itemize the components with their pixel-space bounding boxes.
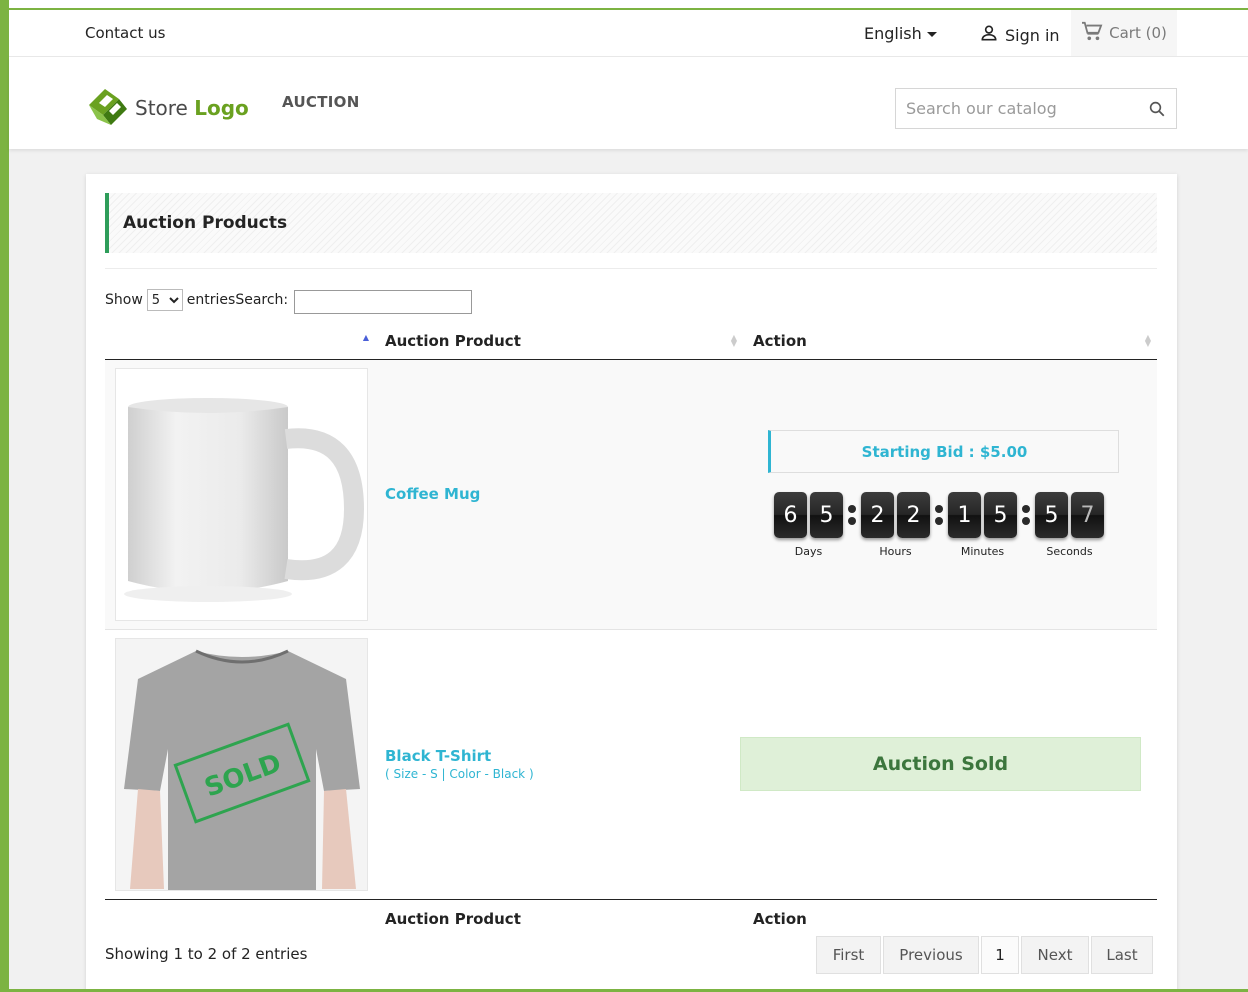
cart-icon [1081, 21, 1103, 45]
page-top-strip [0, 0, 1248, 8]
table-header-row: ▲ Auction Product ▲ ▼ Action ▲ ▼ [105, 324, 1157, 359]
pagination-first[interactable]: First [816, 936, 881, 974]
countdown-hours: 2 2 Hours [861, 492, 930, 558]
action-cell: Auction Sold [740, 629, 1157, 899]
frame-left-border [0, 0, 9, 992]
sort-icon: ▲ ▼ [1144, 333, 1151, 348]
days-label: Days [794, 545, 823, 558]
sort-icon: ▲ ▼ [730, 333, 737, 348]
auction-products-card: Auction Products Show 5 entries Search: ▲… [86, 174, 1177, 992]
sign-in-link[interactable]: Sign in [979, 23, 1060, 47]
contact-us-link[interactable]: Contact us [85, 24, 165, 42]
pagination: First Previous 1 Next Last [816, 936, 1153, 974]
starting-bid-box: Starting Bid : $5.00 [768, 430, 1119, 473]
table-info: Showing 1 to 2 of 2 entries [105, 945, 308, 963]
countdown-seconds: 5 7 Seconds [1035, 492, 1104, 558]
product-name-cell: Black T-Shirt ( Size - S | Color - Black… [375, 629, 743, 899]
top-bar: Contact us English Sign in Cart (0) [9, 10, 1248, 57]
colon-separator [930, 505, 948, 525]
nav-auction-link[interactable]: AUCTION [282, 93, 360, 111]
language-label: English [864, 24, 922, 43]
product-image-cell: SOLD [105, 629, 375, 899]
seconds-label: Seconds [1046, 545, 1093, 558]
main-nav-bar: Store Logo AUCTION [9, 57, 1248, 149]
minutes-label: Minutes [960, 545, 1005, 558]
column-header-image[interactable]: ▲ [105, 324, 375, 359]
countdown-digit: 5 [1035, 492, 1068, 538]
show-label: Show [105, 292, 143, 308]
countdown-days: 6 5 Days [774, 492, 843, 558]
product-name-cell: Coffee Mug [375, 359, 743, 629]
entries-label: entries [186, 292, 236, 308]
product-attributes: ( Size - S | Color - Black ) [385, 767, 534, 781]
entries-select[interactable]: 5 [146, 289, 183, 311]
pagination-page-1[interactable]: 1 [981, 936, 1019, 974]
catalog-search-input[interactable] [896, 89, 1126, 128]
countdown-timer: 6 5 Days 2 2 Hours 1 5 Minutes 5 7 Secon… [774, 492, 1157, 558]
search-icon[interactable] [1148, 100, 1166, 122]
colon-separator [1017, 505, 1035, 525]
language-selector[interactable]: English [864, 24, 937, 43]
table-controls: Show 5 entries Search: [105, 286, 473, 314]
product-link-coffee-mug[interactable]: Coffee Mug [375, 485, 743, 503]
countdown-digit: 2 [861, 492, 894, 538]
cart-button[interactable]: Cart (0) [1071, 10, 1177, 56]
logo-suffix: Logo [194, 96, 249, 120]
table-search-input[interactable] [294, 290, 473, 314]
countdown-minutes: 1 5 Minutes [948, 492, 1017, 558]
product-image-cell [105, 359, 375, 629]
footer-column-action: Action [753, 910, 807, 929]
countdown-digit: 1 [948, 492, 981, 538]
table-row: SOLD Black T-Shirt ( Size - S | Color - … [105, 629, 1157, 899]
logo-text: Store Logo [135, 96, 249, 120]
page-title: Auction Products [123, 213, 288, 233]
hours-label: Hours [879, 545, 912, 558]
pagination-previous[interactable]: Previous [883, 936, 979, 974]
cart-label: Cart (0) [1109, 24, 1167, 42]
page-title-bar: Auction Products [105, 193, 1157, 253]
countdown-digit: 7 [1071, 492, 1104, 538]
countdown-digit: 5 [984, 492, 1017, 538]
pagination-next[interactable]: Next [1021, 936, 1089, 974]
countdown-digit: 5 [810, 492, 843, 538]
store-logo[interactable]: Store Logo [85, 85, 249, 131]
auction-table: ▲ Auction Product ▲ ▼ Action ▲ ▼ Coffee … [105, 324, 1157, 939]
column-header-product[interactable]: Auction Product ▲ ▼ [375, 324, 743, 359]
footer-column-product: Auction Product [385, 910, 521, 929]
countdown-digit: 2 [897, 492, 930, 538]
table-row: Coffee Mug Starting Bid : $5.00 6 5 Days [105, 359, 1157, 629]
table-footer-row: Auction Product Action [105, 899, 1157, 939]
product-link-black-tshirt[interactable]: Black T-Shirt [375, 747, 743, 765]
sort-icon: ▲ [362, 333, 369, 342]
logo-prefix: Store [135, 96, 188, 120]
footer-column-image [105, 899, 375, 939]
caret-down-icon [926, 32, 937, 37]
divider [105, 268, 1157, 269]
store-logo-icon [85, 85, 131, 131]
action-cell: Starting Bid : $5.00 6 5 Days 2 2 Hours … [743, 359, 1157, 629]
sign-in-label: Sign in [1005, 25, 1060, 45]
user-icon [979, 23, 999, 47]
coffee-mug-image[interactable] [115, 367, 368, 621]
colon-separator [843, 505, 861, 525]
auction-sold-badge: Auction Sold [740, 737, 1141, 791]
black-tshirt-image[interactable]: SOLD [115, 637, 368, 891]
countdown-digit: 6 [774, 492, 807, 538]
table-search-label: Search: [235, 292, 289, 308]
column-header-action[interactable]: Action ▲ ▼ [743, 324, 1157, 359]
catalog-search [895, 88, 1177, 129]
pagination-last[interactable]: Last [1091, 936, 1153, 974]
